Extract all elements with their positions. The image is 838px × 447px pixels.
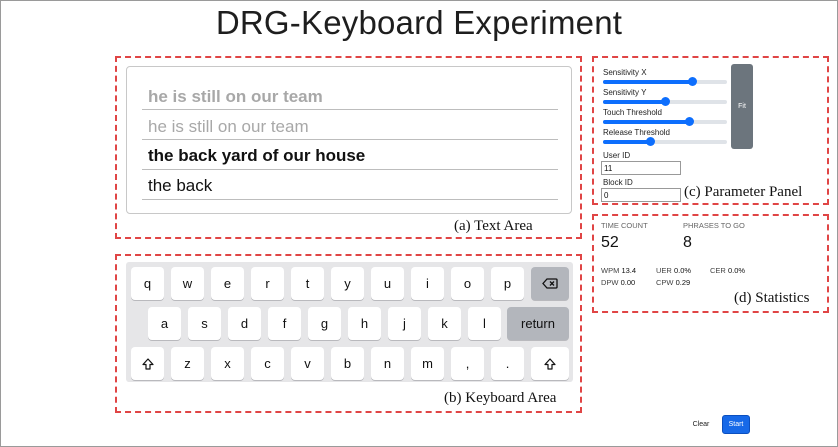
key-b[interactable]: b [331, 347, 364, 380]
divider [142, 139, 558, 140]
start-button[interactable]: Start [722, 415, 750, 434]
page-title: DRG-Keyboard Experiment [215, 4, 623, 41]
slider-sensitivity-x[interactable] [603, 77, 727, 86]
key-m[interactable]: m [411, 347, 444, 380]
dpw-value: 0.00 [620, 278, 636, 287]
slider-sensitivity-y[interactable] [603, 97, 727, 106]
key-t[interactable]: t [291, 267, 324, 300]
key-f[interactable]: f [268, 307, 301, 340]
user-id-label: User ID [603, 151, 631, 160]
slider-label: Touch Threshold [603, 108, 662, 117]
slider-fill [603, 140, 651, 144]
cpw-label: CPW [656, 278, 674, 287]
uer-stat: UER 0.0% [656, 266, 691, 275]
divider [142, 109, 558, 110]
phrases-to-go-label: PHRASES TO GO [683, 221, 745, 230]
keyboard-area-caption: (b) Keyboard Area [444, 390, 557, 407]
key-period[interactable]: . [491, 347, 524, 380]
previous-phrase: he is still on our team [148, 87, 323, 106]
fit-button[interactable]: Fit [731, 64, 753, 149]
target-phrase: the back yard of our house [148, 146, 366, 165]
slider-touch-threshold[interactable] [603, 117, 727, 126]
previous-phrase-ghost: he is still on our team [148, 117, 309, 136]
key-i[interactable]: i [411, 267, 444, 300]
phrases-to-go-value: 8 [683, 234, 692, 251]
wpm-value: 13.4 [621, 266, 637, 275]
key-y[interactable]: y [331, 267, 364, 300]
typed-text[interactable]: the back [148, 176, 212, 196]
slider-fill [603, 120, 689, 124]
slider-label: Sensitivity X [603, 68, 647, 77]
cpw-stat: CPW 0.29 [656, 278, 690, 287]
wpm-label: WPM [601, 266, 620, 275]
parameter-panel-caption: (c) Parameter Panel [684, 184, 803, 201]
key-v[interactable]: v [291, 347, 324, 380]
key-x[interactable]: x [211, 347, 244, 380]
key-l[interactable]: l [468, 307, 501, 340]
dpw-stat: DPW 0.00 [601, 278, 635, 287]
cer-value: 0.0% [727, 266, 746, 275]
uer-label: UER [656, 266, 672, 275]
block-id-label: Block ID [603, 178, 633, 187]
slider-release-threshold[interactable] [603, 137, 727, 146]
key-n[interactable]: n [371, 347, 404, 380]
time-count-label: TIME COUNT [601, 221, 648, 230]
shift-icon [141, 357, 154, 370]
backspace-key[interactable] [531, 267, 569, 300]
key-p[interactable]: p [491, 267, 524, 300]
slider-thumb[interactable] [661, 97, 670, 106]
key-g[interactable]: g [308, 307, 341, 340]
key-o[interactable]: o [451, 267, 484, 300]
text-area-caption: (a) Text Area [454, 218, 533, 235]
key-w[interactable]: w [171, 267, 204, 300]
uer-value: 0.0% [673, 266, 692, 275]
shift-key-left[interactable] [131, 347, 164, 380]
key-comma[interactable]: , [451, 347, 484, 380]
clear-button[interactable]: Clear [688, 416, 714, 432]
key-e[interactable]: e [211, 267, 244, 300]
shift-icon [544, 357, 556, 370]
backspace-icon [542, 278, 558, 289]
key-z[interactable]: z [171, 347, 204, 380]
slider-fill [603, 80, 693, 84]
block-id-field[interactable] [601, 188, 681, 202]
key-r[interactable]: r [251, 267, 284, 300]
dpw-label: DPW [601, 278, 619, 287]
key-a[interactable]: a [148, 307, 181, 340]
time-count-value: 52 [601, 234, 619, 251]
key-k[interactable]: k [428, 307, 461, 340]
key-c[interactable]: c [251, 347, 284, 380]
key-q[interactable]: q [131, 267, 164, 300]
user-id-field[interactable] [601, 161, 681, 175]
key-j[interactable]: j [388, 307, 421, 340]
return-key[interactable]: return [507, 307, 569, 340]
cpw-value: 0.29 [675, 278, 691, 287]
shift-key-right[interactable] [531, 347, 569, 380]
slider-thumb[interactable] [684, 117, 694, 126]
cer-label: CER [710, 266, 726, 275]
key-u[interactable]: u [371, 267, 404, 300]
slider-fill [603, 100, 665, 104]
divider [142, 199, 558, 200]
slider-label: Sensitivity Y [603, 88, 647, 97]
key-d[interactable]: d [228, 307, 261, 340]
statistics-caption: (d) Statistics [734, 290, 810, 307]
slider-label: Release Threshold [603, 128, 671, 137]
cer-stat: CER 0.0% [710, 266, 745, 275]
key-h[interactable]: h [348, 307, 381, 340]
wpm-stat: WPM 13.4 [601, 266, 636, 275]
divider [142, 169, 558, 170]
key-s[interactable]: s [188, 307, 221, 340]
